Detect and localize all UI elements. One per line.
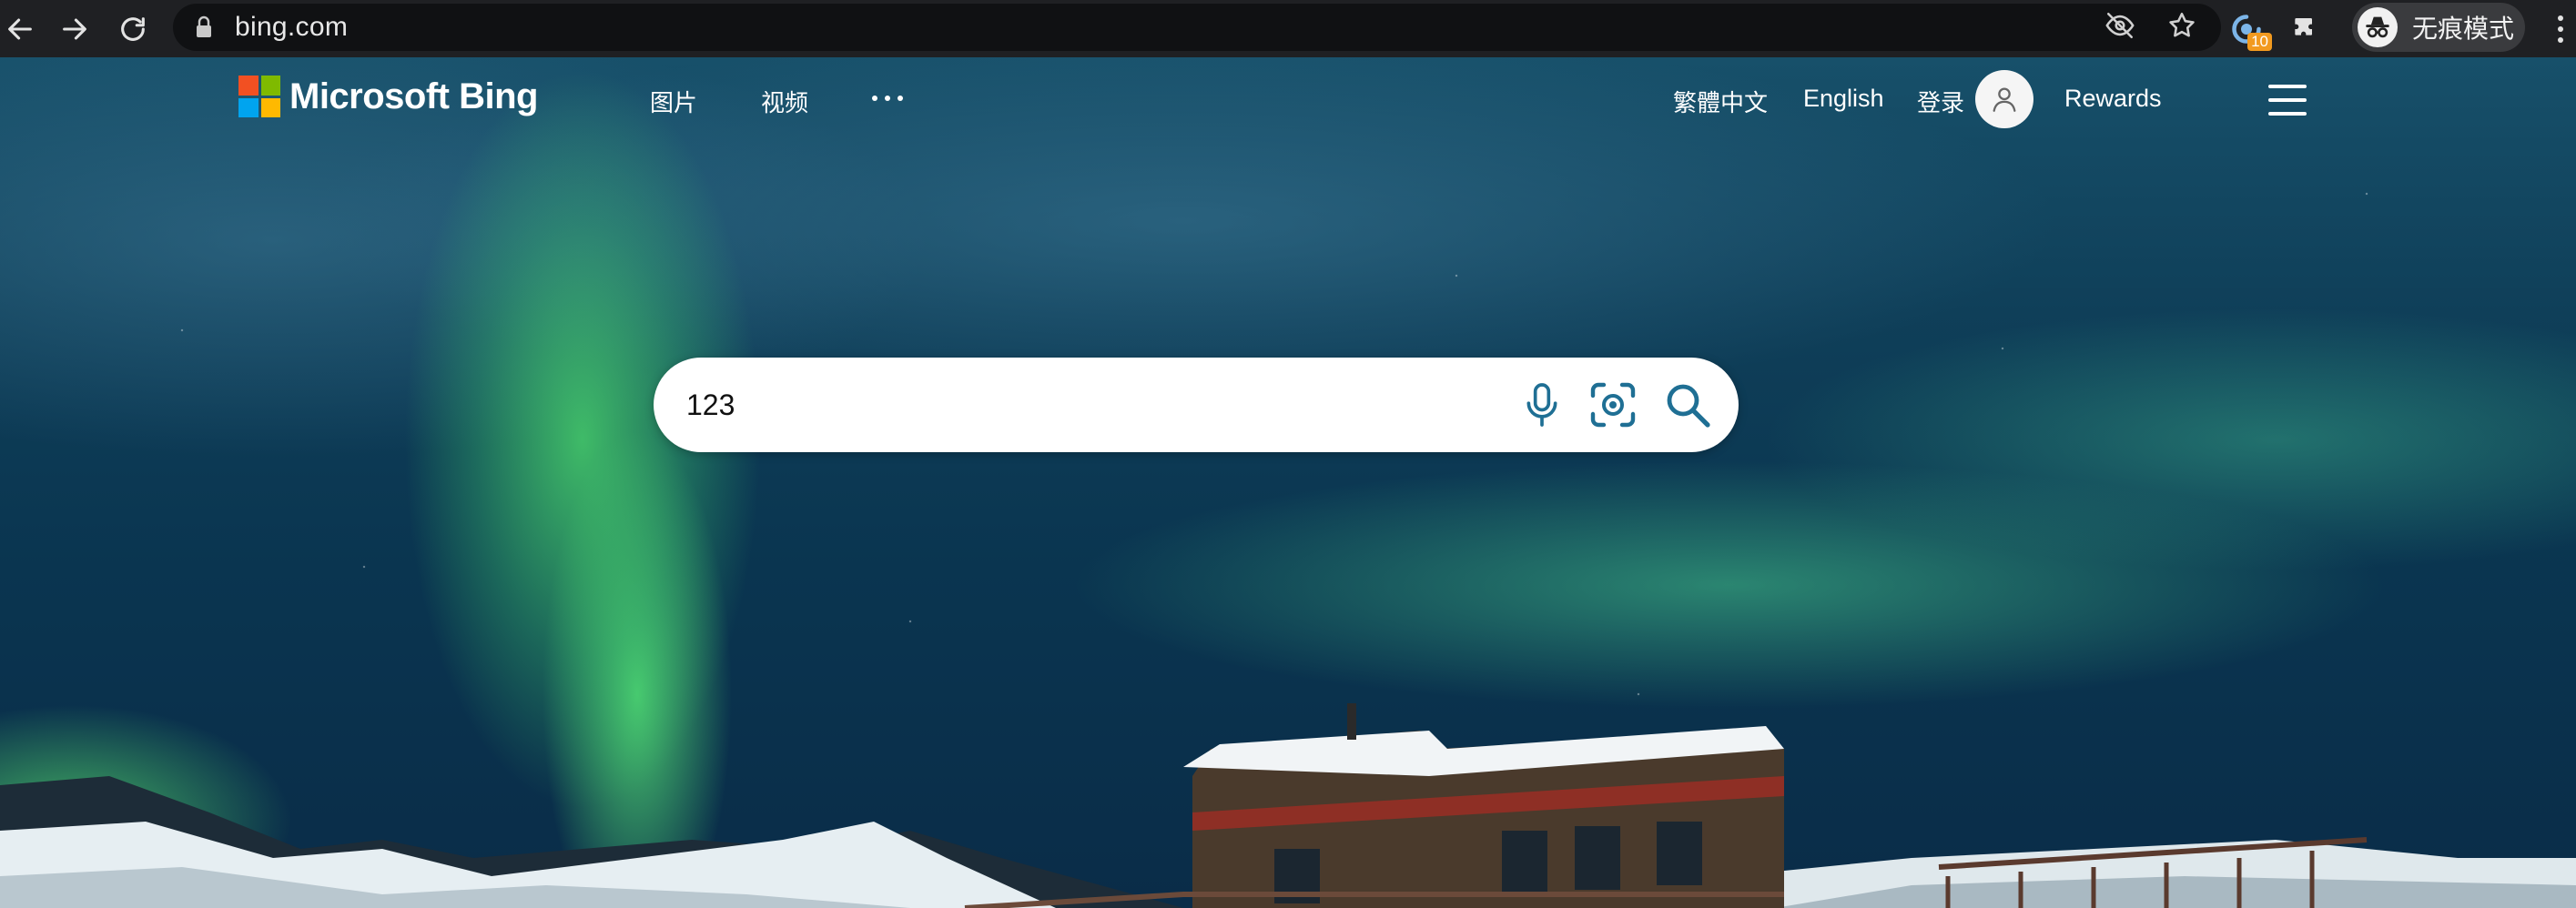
extension-icon[interactable]: 10 bbox=[2228, 11, 2272, 51]
forward-button[interactable] bbox=[46, 0, 104, 57]
search-input[interactable] bbox=[685, 378, 1504, 432]
visual-search-icon[interactable] bbox=[1589, 381, 1637, 429]
bing-logo-text: Microsoft Bing bbox=[289, 76, 538, 116]
background-image bbox=[0, 703, 2576, 908]
search-box bbox=[654, 358, 1739, 452]
browser-menu-icon[interactable] bbox=[2549, 9, 2572, 49]
reload-icon bbox=[121, 16, 145, 41]
arrow-left-icon bbox=[8, 18, 32, 39]
bing-homepage: Microsoft Bing 图片 视频 繁體中文 English 登录 Rew… bbox=[0, 57, 2576, 908]
sign-in-link[interactable]: 登录 bbox=[1917, 85, 1964, 118]
reload-button[interactable] bbox=[104, 0, 162, 57]
back-button[interactable] bbox=[0, 0, 40, 57]
url-text[interactable]: bing.com bbox=[235, 12, 348, 43]
more-icon[interactable] bbox=[872, 96, 903, 101]
puzzle-icon[interactable] bbox=[2287, 11, 2323, 47]
incognito-profile-button[interactable]: 无痕模式 bbox=[2352, 3, 2525, 52]
nav-images[interactable]: 图片 bbox=[650, 85, 697, 118]
eye-off-icon[interactable] bbox=[2104, 10, 2135, 45]
incognito-icon bbox=[2358, 7, 2398, 47]
star-icon[interactable] bbox=[2166, 10, 2197, 45]
bing-logo[interactable]: Microsoft Bing bbox=[238, 76, 538, 117]
arrow-right-icon bbox=[63, 18, 86, 39]
hamburger-icon[interactable] bbox=[2268, 85, 2307, 116]
search-icon[interactable] bbox=[1664, 381, 1711, 429]
lang-english[interactable]: English bbox=[1803, 85, 1884, 113]
microsoft-logo-icon bbox=[238, 76, 280, 117]
extension-badge: 10 bbox=[2247, 32, 2272, 51]
bing-header: Microsoft Bing 图片 视频 繁體中文 English 登录 Rew… bbox=[0, 57, 2576, 139]
lock-icon[interactable] bbox=[195, 14, 217, 41]
browser-toolbar: bing.com 10 无痕模式 bbox=[0, 0, 2576, 57]
rewards-link[interactable]: Rewards bbox=[2064, 85, 2162, 113]
user-icon[interactable] bbox=[1975, 70, 2033, 128]
lang-traditional-chinese[interactable]: 繁體中文 bbox=[1673, 85, 1768, 118]
microphone-icon[interactable] bbox=[1522, 381, 1562, 429]
address-bar[interactable]: bing.com bbox=[173, 4, 2221, 51]
nav-videos[interactable]: 视频 bbox=[761, 85, 808, 118]
profile-label: 无痕模式 bbox=[2412, 14, 2515, 44]
